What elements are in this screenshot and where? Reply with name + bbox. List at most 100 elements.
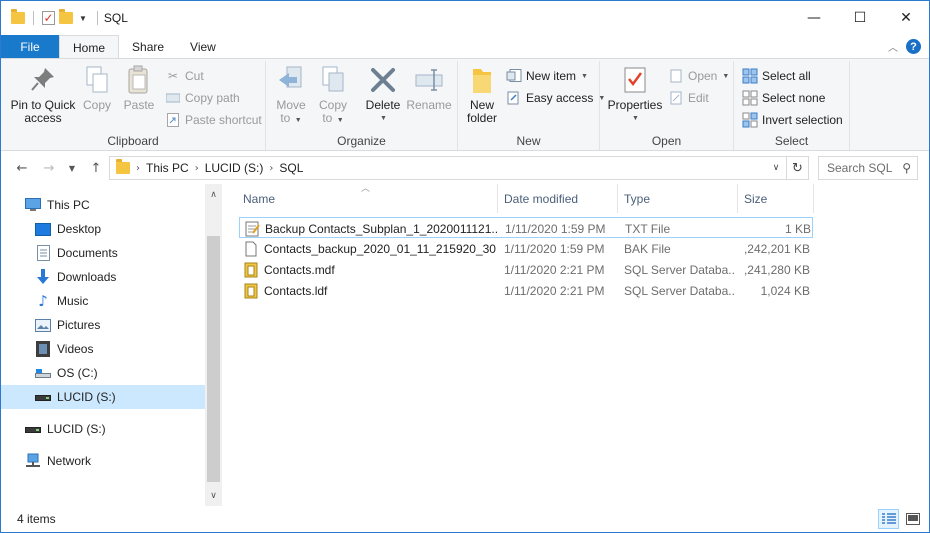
move-to-icon xyxy=(275,64,307,96)
toolbar-separator xyxy=(33,11,34,25)
invert-selection-button[interactable]: Invert selection xyxy=(742,111,843,129)
minimize-button[interactable]: — xyxy=(791,1,837,35)
edit-icon xyxy=(668,90,684,106)
scroll-down-icon[interactable]: ∨ xyxy=(205,487,222,504)
cut-button[interactable]: ✂ Cut xyxy=(165,67,204,85)
breadcrumb-separator[interactable]: › xyxy=(134,163,142,174)
paste-label: Paste xyxy=(123,98,155,112)
file-row[interactable]: Backup Contacts_Subplan_1_2020011121... … xyxy=(239,217,813,238)
nav-item-documents[interactable]: Documents xyxy=(1,241,205,265)
scroll-up-icon[interactable]: ∧ xyxy=(205,186,222,203)
nav-item-lucid-s-root[interactable]: LUCID (S:) xyxy=(1,417,205,441)
tab-file[interactable]: File xyxy=(1,35,59,59)
copy-button[interactable]: Copy xyxy=(79,64,115,112)
easy-access-button[interactable]: Easy access ▼ xyxy=(506,89,605,107)
nav-item-lucid-s[interactable]: LUCID (S:) xyxy=(1,385,205,409)
breadcrumb-lucid[interactable]: LUCID (S:) xyxy=(201,161,268,175)
back-button[interactable]: ← xyxy=(11,157,33,179)
delete-label: Delete xyxy=(365,98,401,112)
column-date-label: Date modified xyxy=(504,191,579,206)
select-all-button[interactable]: Select all xyxy=(742,67,811,85)
nav-item-this-pc[interactable]: This PC xyxy=(1,193,205,217)
file-name-cell: Contacts.ldf xyxy=(243,280,497,301)
select-none-icon xyxy=(742,90,758,106)
column-header-type[interactable]: Type xyxy=(618,184,738,213)
breadcrumb-separator[interactable]: › xyxy=(267,163,275,174)
up-button[interactable]: ↑ xyxy=(85,157,107,179)
column-type-label: Type xyxy=(624,191,651,206)
database-file-icon xyxy=(244,262,258,277)
blank-file-icon xyxy=(245,241,257,256)
column-header-size[interactable]: Size xyxy=(738,184,814,213)
open-button[interactable]: Open ▼ xyxy=(668,67,729,85)
column-name-label: Name xyxy=(243,191,276,206)
ribbon: Pin to Quick access Copy Paste ✂ Cut Cop… xyxy=(1,58,929,151)
nav-item-label: This PC xyxy=(47,198,90,212)
delete-button[interactable]: Delete ▼ xyxy=(364,64,402,125)
select-all-icon xyxy=(742,68,758,84)
search-input[interactable]: Search SQL ⚲ xyxy=(818,156,918,180)
forward-button[interactable]: → xyxy=(38,157,60,179)
copy-to-button[interactable]: Copy to ▼ xyxy=(314,64,352,127)
tab-view[interactable]: View xyxy=(177,35,229,59)
new-item-button[interactable]: New item ▼ xyxy=(506,67,588,85)
scrollbar-thumb[interactable] xyxy=(207,236,220,482)
select-group-label: Select xyxy=(774,134,809,148)
tab-share[interactable]: Share xyxy=(119,35,177,59)
address-history-dropdown[interactable]: ∨ xyxy=(766,163,786,173)
rename-button[interactable]: Rename xyxy=(406,64,452,112)
organize-group: Move to ▼ Copy to ▼ Delete ▼ Rename Orga… xyxy=(266,61,458,150)
nav-item-label: Network xyxy=(47,454,92,468)
nav-item-label: Documents xyxy=(57,246,118,260)
properties-button[interactable]: Properties ▼ xyxy=(606,64,664,125)
title-bar: ✓ ▼ SQL — ☐ ✕ xyxy=(1,1,929,35)
new-folder-icon[interactable] xyxy=(59,9,73,24)
pin-to-quick-access-button[interactable]: Pin to Quick access xyxy=(9,64,77,125)
refresh-button[interactable]: ↻ xyxy=(786,157,808,179)
edit-button[interactable]: Edit xyxy=(668,89,709,107)
file-row[interactable]: Contacts_backup_2020_01_11_215920_30... … xyxy=(239,238,813,259)
select-all-label: Select all xyxy=(762,69,811,83)
close-button[interactable]: ✕ xyxy=(883,1,929,35)
navigation-pane: This PC Desktop Documents Downloads ♪ Mu… xyxy=(1,184,205,504)
nav-item-pictures[interactable]: Pictures xyxy=(1,313,205,337)
tab-home[interactable]: Home xyxy=(59,35,120,59)
column-header-date[interactable]: Date modified xyxy=(498,184,618,213)
address-bar[interactable]: › This PC › LUCID (S:) › SQL ∨ ↻ xyxy=(109,156,809,180)
customize-toolbar-icon[interactable]: ▼ xyxy=(77,14,89,23)
breadcrumb-separator[interactable]: › xyxy=(193,163,201,174)
nav-item-videos[interactable]: Videos xyxy=(1,337,205,361)
folder-icon xyxy=(116,159,130,174)
navigation-scrollbar[interactable]: ∧ ∨ xyxy=(205,184,222,506)
nav-item-os-c[interactable]: OS (C:) xyxy=(1,361,205,385)
help-icon[interactable]: ? xyxy=(906,39,921,54)
paste-shortcut-button[interactable]: Paste shortcut xyxy=(165,111,262,129)
minimize-ribbon-icon[interactable]: ︿ xyxy=(888,39,898,54)
breadcrumb-this-pc[interactable]: This PC xyxy=(142,161,193,175)
large-icons-view-button[interactable] xyxy=(902,509,923,529)
column-header-name[interactable]: Name ︿ xyxy=(237,184,498,213)
rename-icon xyxy=(413,64,445,96)
nav-item-network[interactable]: Network xyxy=(1,449,205,473)
copy-path-button[interactable]: Copy path xyxy=(165,89,240,107)
nav-item-desktop[interactable]: Desktop xyxy=(1,217,205,241)
breadcrumb-sql[interactable]: SQL xyxy=(275,161,307,175)
paste-button[interactable]: Paste xyxy=(119,64,159,112)
easy-access-icon xyxy=(506,90,522,106)
maximize-button[interactable]: ☐ xyxy=(837,1,883,35)
details-view-button[interactable] xyxy=(878,509,899,529)
file-date: 1/11/2020 2:21 PM xyxy=(504,262,605,277)
recent-locations-button[interactable]: ▼ xyxy=(61,157,83,179)
organize-group-label: Organize xyxy=(337,134,386,148)
new-folder-button[interactable]: New folder xyxy=(462,64,502,125)
file-row[interactable]: Contacts.ldf 1/11/2020 2:21 PM SQL Serve… xyxy=(239,280,813,301)
file-row[interactable]: Contacts.mdf 1/11/2020 2:21 PM SQL Serve… xyxy=(239,259,813,280)
move-to-button[interactable]: Move to ▼ xyxy=(272,64,310,127)
nav-item-downloads[interactable]: Downloads xyxy=(1,265,205,289)
properties-icon[interactable]: ✓ xyxy=(42,11,55,25)
sort-ascending-icon: ︿ xyxy=(361,184,371,194)
nav-item-music[interactable]: ♪ Music xyxy=(1,289,205,313)
nav-item-label: Videos xyxy=(57,342,94,356)
select-none-button[interactable]: Select none xyxy=(742,89,825,107)
file-date: 1/11/2020 1:59 PM xyxy=(505,221,606,236)
